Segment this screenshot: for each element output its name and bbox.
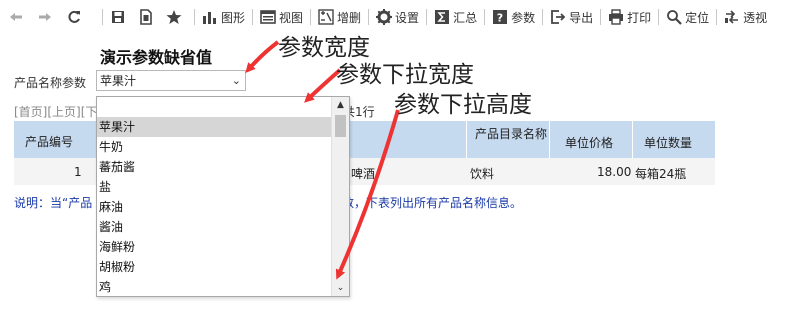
annotation-arrows [245, 40, 400, 280]
annotation-dropdown-height: 参数下拉高度 [394, 92, 532, 118]
arrow-param-width [245, 40, 280, 74]
arrow-dropdown-height [335, 109, 400, 280]
annotation-dropdown-width: 参数下拉宽度 [336, 62, 474, 88]
